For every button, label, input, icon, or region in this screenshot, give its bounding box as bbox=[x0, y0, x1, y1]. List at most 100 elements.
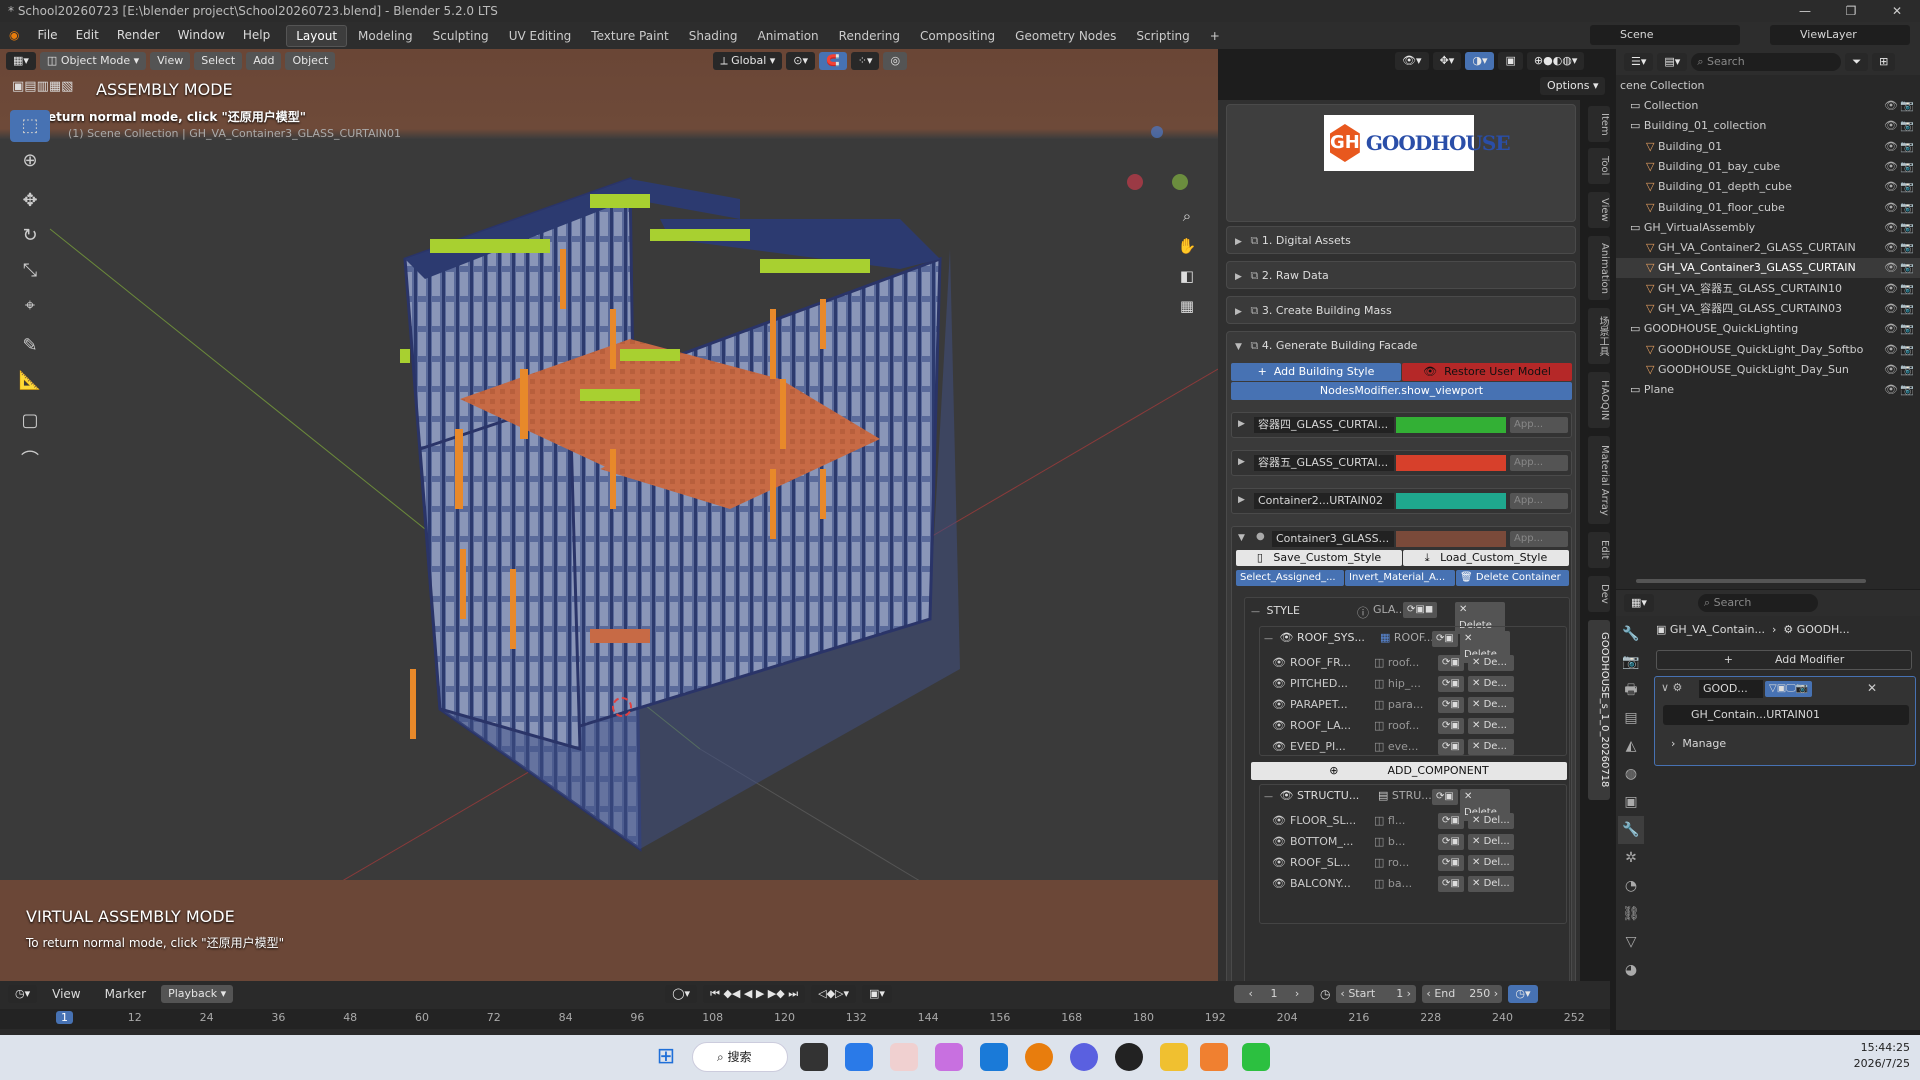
editor-type-icon[interactable]: ▦▾ bbox=[6, 52, 36, 70]
annotate-tool-icon[interactable]: ✎ bbox=[10, 330, 50, 362]
visibility-icon[interactable]: 👁▾ bbox=[1395, 52, 1429, 70]
visibility-eye-icon[interactable]: 👁 bbox=[1884, 96, 1898, 116]
tab-geometry-nodes[interactable]: Geometry Nodes bbox=[1006, 26, 1125, 46]
select-box-mode-icon[interactable]: ▣▤▥▦▧ bbox=[12, 79, 73, 94]
camera-view-icon[interactable]: ◧ bbox=[1174, 261, 1200, 291]
add-cube-tool-icon[interactable]: ▢ bbox=[10, 405, 50, 437]
delete-component-button[interactable]: ✕ Del... bbox=[1468, 834, 1514, 850]
vscode-icon[interactable] bbox=[980, 1043, 1008, 1071]
section-create-building-mass[interactable]: ▶ ⧉ 3. Create Building Mass bbox=[1226, 296, 1576, 324]
refresh-icon[interactable]: ⟳▣ bbox=[1438, 676, 1464, 692]
visibility-eye-icon[interactable]: 👁 bbox=[1884, 137, 1898, 157]
render-props-icon[interactable]: 📷 bbox=[1618, 648, 1644, 676]
navigation-gizmo[interactable] bbox=[1125, 114, 1205, 194]
menu-window[interactable]: Window bbox=[169, 22, 234, 49]
add-workspace-icon[interactable]: + bbox=[1201, 26, 1229, 46]
roof-system-row[interactable]: — 👁 ROOF_SYS... bbox=[1264, 627, 1365, 649]
component-row[interactable]: 👁 BOTTOM_... ◫ b... ⟳▣ ✕ Del... bbox=[1270, 832, 1566, 852]
refresh-icon[interactable]: ⟳▣ bbox=[1438, 834, 1464, 850]
proportional-edit-icon[interactable]: ◎ bbox=[883, 52, 908, 70]
render-camera-icon[interactable]: 📷 bbox=[1900, 177, 1914, 197]
visibility-eye-icon[interactable]: 👁 bbox=[1272, 853, 1286, 873]
save-custom-style-button[interactable]: ▯ Save_Custom_Style bbox=[1236, 550, 1402, 566]
auto-key-icon[interactable]: ▣▾ bbox=[862, 985, 892, 1003]
render-camera-icon[interactable]: 📷 bbox=[1900, 198, 1914, 218]
close-icon[interactable]: ✕ bbox=[1874, 0, 1920, 22]
taskbar-clock[interactable]: 15:44:25 2026/7/25 bbox=[1830, 1040, 1910, 1072]
move-tool-icon[interactable]: ✥ bbox=[10, 185, 50, 217]
current-frame-field[interactable]: ‹ 1 › bbox=[1233, 985, 1314, 1003]
component-row[interactable]: 👁 ROOF_FR... ◫ roof... ⟳▣ ✕ De... bbox=[1270, 653, 1566, 673]
viewlayer-selector[interactable]: ViewLayer bbox=[1770, 25, 1910, 45]
visibility-eye-icon[interactable]: 👁 bbox=[1272, 874, 1286, 894]
timeline-menu-view[interactable]: View bbox=[43, 981, 89, 1008]
properties-search-input[interactable]: ⌕ Search bbox=[1697, 594, 1818, 612]
render-camera-icon[interactable]: 📷 bbox=[1900, 258, 1914, 278]
visibility-eye-icon[interactable]: 👁 bbox=[1884, 238, 1898, 258]
container-row[interactable]: ▶ Container2...URTAIN02 App... bbox=[1231, 488, 1572, 514]
section-digital-assets[interactable]: ▶ ⧉ 1. Digital Assets bbox=[1226, 226, 1576, 254]
app-icon[interactable] bbox=[845, 1043, 873, 1071]
select-tool-icon[interactable]: ⬚ bbox=[10, 110, 50, 142]
visibility-eye-icon[interactable]: 👁 bbox=[1884, 340, 1898, 360]
visibility-eye-icon[interactable]: 👁 bbox=[1884, 258, 1898, 278]
visibility-eye-icon[interactable]: 👁 bbox=[1272, 695, 1286, 715]
tab-modeling[interactable]: Modeling bbox=[349, 26, 422, 46]
menu-file[interactable]: File bbox=[28, 22, 66, 49]
visibility-eye-icon[interactable]: 👁 bbox=[1272, 811, 1286, 831]
apply-button[interactable]: App... bbox=[1510, 493, 1568, 509]
tab-uv-editing[interactable]: UV Editing bbox=[500, 26, 581, 46]
blender-logo-icon[interactable]: ◉ bbox=[0, 22, 28, 49]
tab-texture-paint[interactable]: Texture Paint bbox=[582, 26, 677, 46]
tab-compositing[interactable]: Compositing bbox=[911, 26, 1004, 46]
end-frame-field[interactable]: ‹ End 250 › bbox=[1422, 985, 1503, 1003]
delete-component-button[interactable]: ✕ Del... bbox=[1468, 876, 1514, 892]
timeline-editor-icon[interactable]: ◷▾ bbox=[8, 985, 38, 1003]
menu-edit[interactable]: Edit bbox=[67, 22, 108, 49]
restore-user-model-button[interactable]: 👁 Restore User Model bbox=[1402, 363, 1572, 381]
container-name[interactable]: Container3_GLASS... bbox=[1272, 531, 1394, 547]
filter-icon[interactable]: ⏷ bbox=[1845, 53, 1869, 71]
container-name[interactable]: 容器五_GLASS_CURTAI... bbox=[1254, 455, 1394, 471]
render-camera-icon[interactable]: 📷 bbox=[1900, 137, 1914, 157]
tool-props-icon[interactable]: 🔧 bbox=[1618, 620, 1644, 648]
minimize-icon[interactable]: — bbox=[1782, 0, 1828, 22]
delete-component-button[interactable]: ✕ De... bbox=[1468, 655, 1514, 671]
delete-component-button[interactable]: ✕ De... bbox=[1468, 739, 1514, 755]
new-collection-icon[interactable]: ⊞ bbox=[1872, 53, 1896, 71]
render-camera-icon[interactable]: 📷 bbox=[1900, 380, 1914, 400]
menu-help[interactable]: Help bbox=[234, 22, 279, 49]
tab-animation[interactable]: Animation bbox=[1588, 236, 1610, 300]
collapse-icon[interactable]: ▼ bbox=[1238, 533, 1250, 543]
tab-shading[interactable]: Shading bbox=[680, 26, 747, 46]
tab-scripting[interactable]: Scripting bbox=[1127, 26, 1198, 46]
section-facade-header[interactable]: ▼ ⧉ 4. Generate Building Facade bbox=[1235, 335, 1417, 357]
view-layer-props-icon[interactable]: ▤ bbox=[1618, 704, 1644, 732]
taskbar-search[interactable]: ⌕ 搜索 bbox=[692, 1042, 788, 1072]
render-camera-icon[interactable]: 📷 bbox=[1900, 279, 1914, 299]
visibility-eye-icon[interactable]: 👁 bbox=[1884, 198, 1898, 218]
render-camera-icon[interactable]: 📷 bbox=[1900, 340, 1914, 360]
outliner-item[interactable]: ▽ GH_VA_容器五_GLASS_CURTAIN10 👁 📷 bbox=[1616, 279, 1920, 299]
menu-render[interactable]: Render bbox=[108, 22, 169, 49]
visibility-eye-icon[interactable]: 👁 bbox=[1272, 832, 1286, 852]
windows-start-icon[interactable]: ⊞ bbox=[652, 1043, 680, 1071]
snap-target-icon[interactable]: ⁘▾ bbox=[850, 52, 880, 70]
display-mode-icon[interactable]: ▤▾ bbox=[1657, 53, 1688, 71]
refresh-icon[interactable]: ⟳▣ bbox=[1438, 876, 1464, 892]
visibility-eye-icon[interactable]: 👁 bbox=[1884, 116, 1898, 136]
viewport-menu-select[interactable]: Select bbox=[194, 52, 243, 70]
object-props-icon[interactable]: ▣ bbox=[1618, 788, 1644, 816]
data-props-icon[interactable]: ▽ bbox=[1618, 928, 1644, 956]
expand-icon[interactable]: ∨ ⚙ bbox=[1661, 681, 1682, 694]
visibility-eye-icon[interactable]: 👁 bbox=[1272, 674, 1286, 694]
nodes-modifier-toggle[interactable]: NodesModifier.show_viewport bbox=[1231, 382, 1572, 400]
refresh-icon[interactable]: ⟳▣ bbox=[1438, 697, 1464, 713]
delete-component-button[interactable]: ✕ De... bbox=[1468, 676, 1514, 692]
component-row[interactable]: 👁 ROOF_LA... ◫ roof... ⟳▣ ✕ De... bbox=[1270, 716, 1566, 736]
object-mode-dropdown[interactable]: ◫ Object Mode ▾ bbox=[39, 52, 147, 70]
tab-tool[interactable]: Tool bbox=[1588, 148, 1610, 184]
outliner-item[interactable]: ▽ Building_01_floor_cube 👁 📷 bbox=[1616, 198, 1920, 218]
visibility-eye-icon[interactable]: 👁 bbox=[1884, 299, 1898, 319]
delete-component-button[interactable]: ✕ Del... bbox=[1468, 855, 1514, 871]
